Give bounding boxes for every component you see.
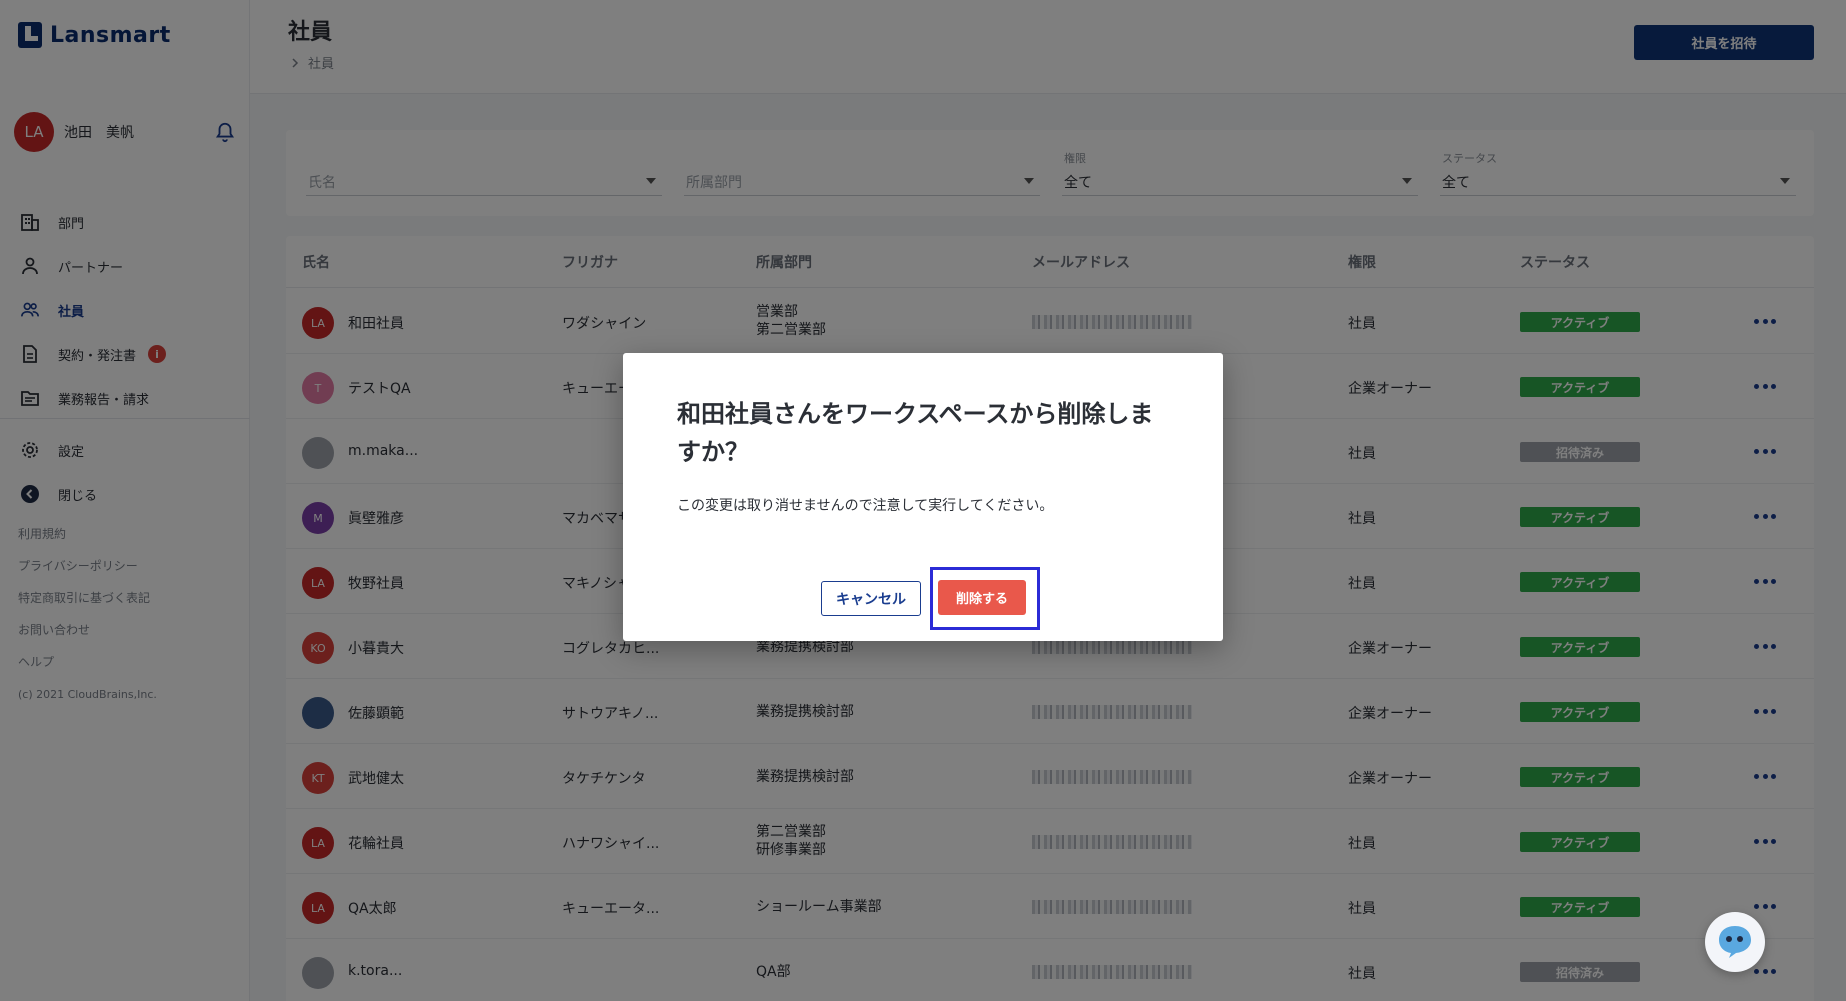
delete-button[interactable]: 削除する [938,580,1026,615]
chat-bubble-icon [1719,926,1751,958]
chat-widget-button[interactable] [1705,912,1765,972]
dialog-message: この変更は取り消せませんので注意して実行してください。 [677,498,1054,514]
dialog-title: 和田社員さんをワークスペースから削除しますか？ [677,400,1154,466]
cancel-button[interactable]: キャンセル [821,581,921,616]
delete-confirm-dialog: 和田社員さんをワークスペースから削除しますか？ この変更は取り消せませんので注意… [623,353,1223,641]
